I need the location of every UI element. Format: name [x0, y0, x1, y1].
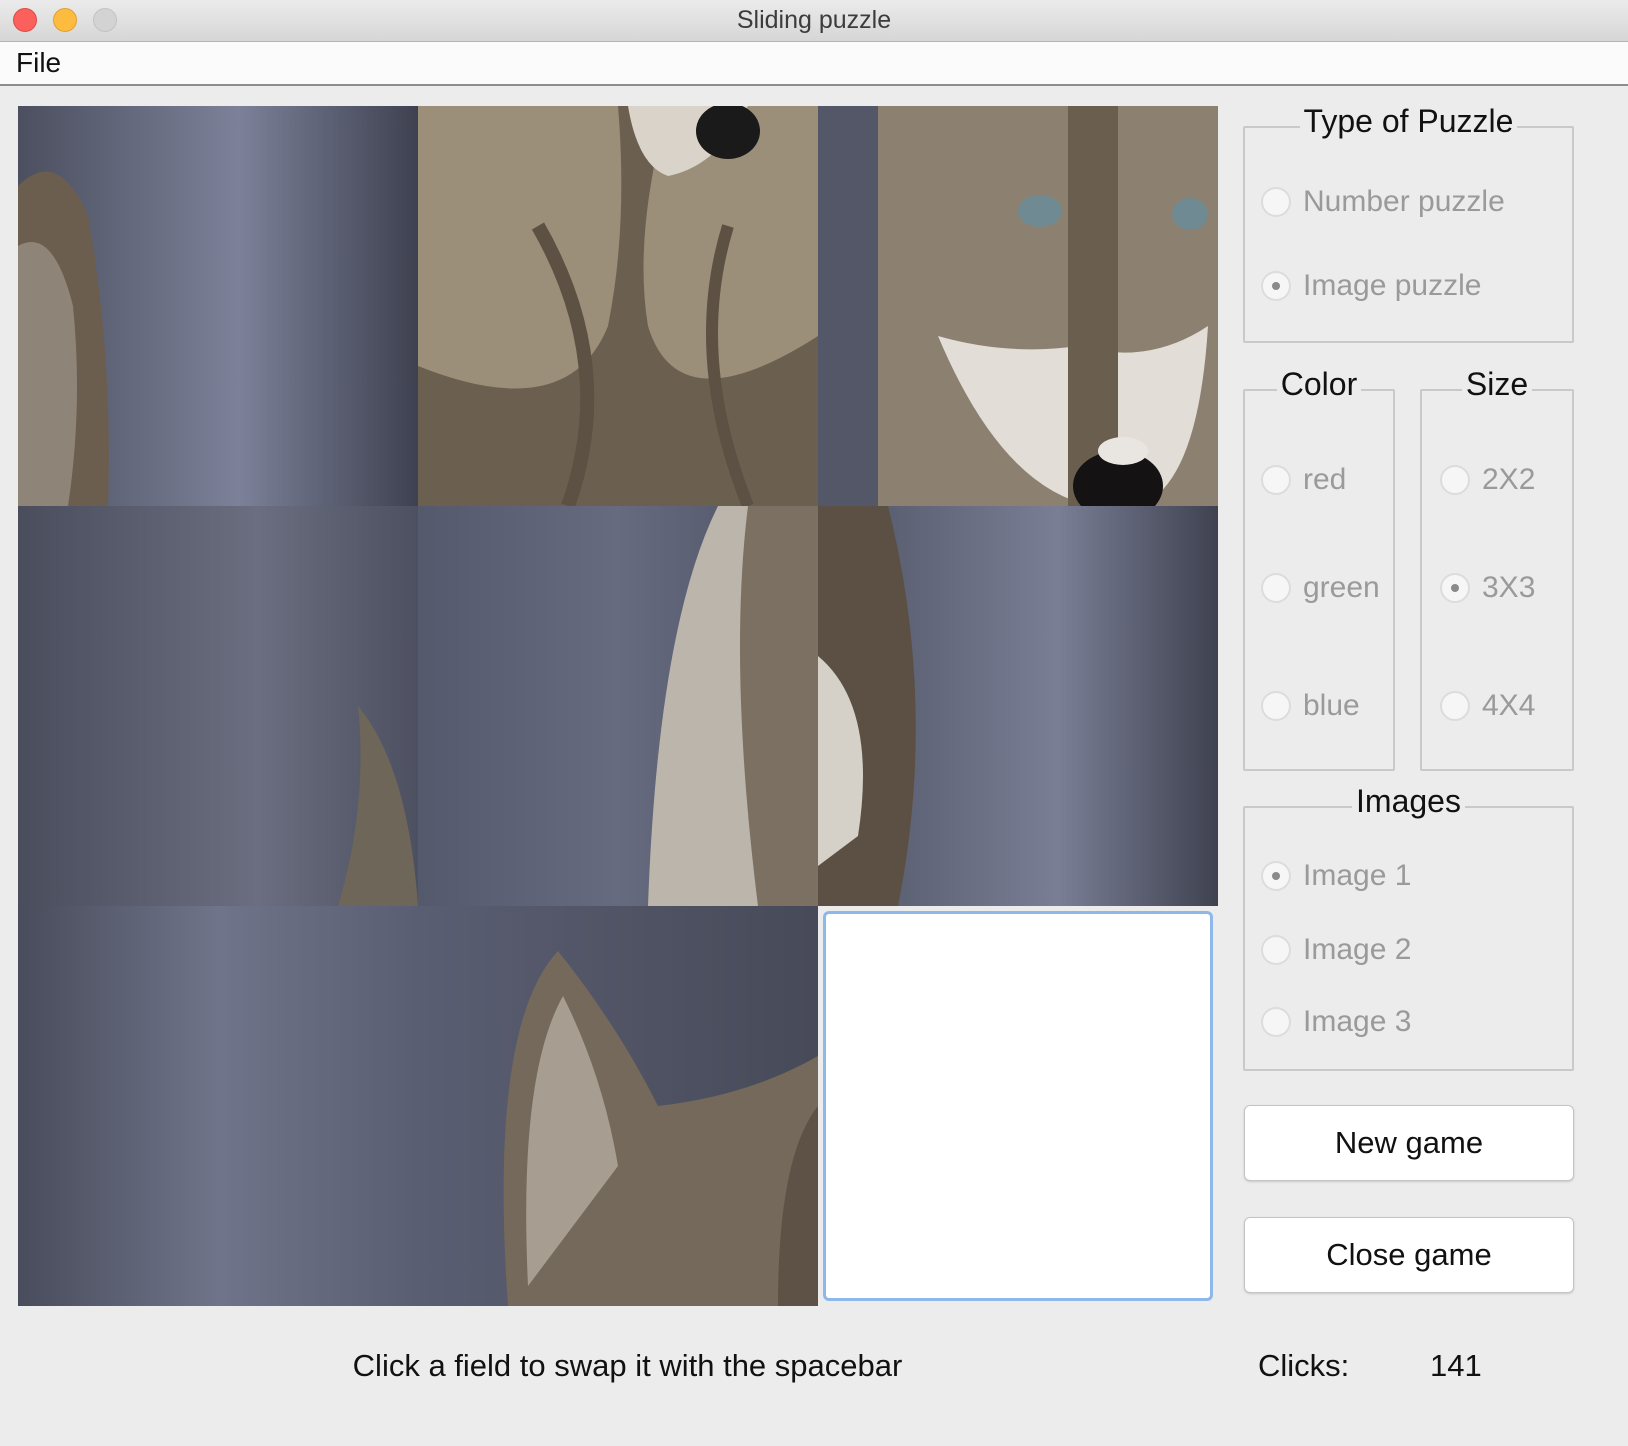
wolf-neck-edge-image: [418, 506, 818, 906]
number-puzzle-label: Number puzzle: [1303, 185, 1505, 218]
puzzle-tile[interactable]: [818, 506, 1218, 906]
image-1-option[interactable]: Image 1: [1261, 859, 1411, 893]
background-image: [18, 506, 418, 906]
wolf-nose-closeup-image: [418, 106, 818, 506]
color-group: Color red green blue: [1243, 366, 1395, 771]
size-title: Size: [1461, 366, 1533, 402]
size-4x4-option[interactable]: 4X4: [1440, 689, 1535, 723]
size-4x4-radio[interactable]: [1440, 691, 1470, 721]
wolf-ears-image: [418, 906, 818, 1306]
close-game-button[interactable]: Close game: [1244, 1217, 1574, 1293]
title-bar: Sliding puzzle: [0, 0, 1628, 42]
new-game-button[interactable]: New game: [1244, 1105, 1574, 1181]
size-3x3-radio[interactable]: [1440, 573, 1470, 603]
background-bottom-image: [18, 906, 418, 1306]
type-of-puzzle-title: Type of Puzzle: [1299, 103, 1518, 139]
puzzle-tile[interactable]: [18, 906, 418, 1306]
wolf-left-ear-image: [18, 106, 418, 506]
image-2-option[interactable]: Image 2: [1261, 933, 1411, 967]
image-puzzle-option[interactable]: Image puzzle: [1261, 269, 1481, 303]
image-1-radio[interactable]: [1261, 861, 1291, 891]
image-3-radio[interactable]: [1261, 1007, 1291, 1037]
image-puzzle-label: Image puzzle: [1303, 269, 1482, 302]
color-red-radio[interactable]: [1261, 465, 1291, 495]
puzzle-tile[interactable]: [418, 106, 818, 506]
puzzle-board: [18, 106, 1218, 1306]
images-group: Images Image 1 Image 2 Image 3: [1243, 783, 1574, 1071]
color-blue-radio[interactable]: [1261, 691, 1291, 721]
color-red-option[interactable]: red: [1261, 463, 1346, 497]
menu-bar: File: [0, 42, 1628, 86]
type-of-puzzle-group: Type of Puzzle Number puzzle Image puzzl…: [1243, 103, 1574, 343]
puzzle-tile[interactable]: [418, 906, 818, 1306]
puzzle-tile[interactable]: [18, 106, 418, 506]
size-3x3-label: 3X3: [1482, 571, 1536, 604]
puzzle-tile[interactable]: [418, 506, 818, 906]
size-3x3-option[interactable]: 3X3: [1440, 571, 1535, 605]
app-window: Sliding puzzle File Type of Puzzle Numbe…: [0, 0, 1628, 1446]
color-green-radio[interactable]: [1261, 573, 1291, 603]
status-message: Click a field to swap it with the spaceb…: [352, 1348, 903, 1383]
puzzle-tile[interactable]: [818, 106, 1218, 506]
wolf-face-image: [818, 106, 1218, 506]
size-2x2-radio[interactable]: [1440, 465, 1470, 495]
clicks-count: 141: [1430, 1348, 1482, 1383]
image-2-radio[interactable]: [1261, 935, 1291, 965]
number-puzzle-option[interactable]: Number puzzle: [1261, 185, 1505, 219]
empty-tile[interactable]: [823, 911, 1213, 1301]
size-group: Size 2X2 3X3 4X4: [1420, 366, 1574, 771]
image-3-label: Image 3: [1303, 1005, 1412, 1038]
images-title: Images: [1352, 783, 1465, 819]
image-puzzle-radio[interactable]: [1261, 271, 1291, 301]
window-title: Sliding puzzle: [736, 6, 892, 34]
size-2x2-label: 2X2: [1482, 463, 1536, 496]
image-1-label: Image 1: [1303, 859, 1412, 892]
color-title: Color: [1276, 366, 1362, 402]
color-blue-option[interactable]: blue: [1261, 689, 1360, 723]
puzzle-tile[interactable]: [18, 506, 418, 906]
color-green-option[interactable]: green: [1261, 571, 1380, 605]
wolf-shoulder-image: [818, 506, 1218, 906]
number-puzzle-radio[interactable]: [1261, 187, 1291, 217]
size-2x2-option[interactable]: 2X2: [1440, 463, 1535, 497]
image-2-label: Image 2: [1303, 933, 1412, 966]
size-4x4-label: 4X4: [1482, 689, 1536, 722]
clicks-label: Clicks:: [1258, 1348, 1350, 1383]
menu-file[interactable]: File: [16, 47, 61, 79]
image-3-option[interactable]: Image 3: [1261, 1005, 1411, 1039]
color-blue-label: blue: [1303, 689, 1360, 722]
color-green-label: green: [1303, 571, 1380, 604]
color-red-label: red: [1303, 463, 1347, 496]
